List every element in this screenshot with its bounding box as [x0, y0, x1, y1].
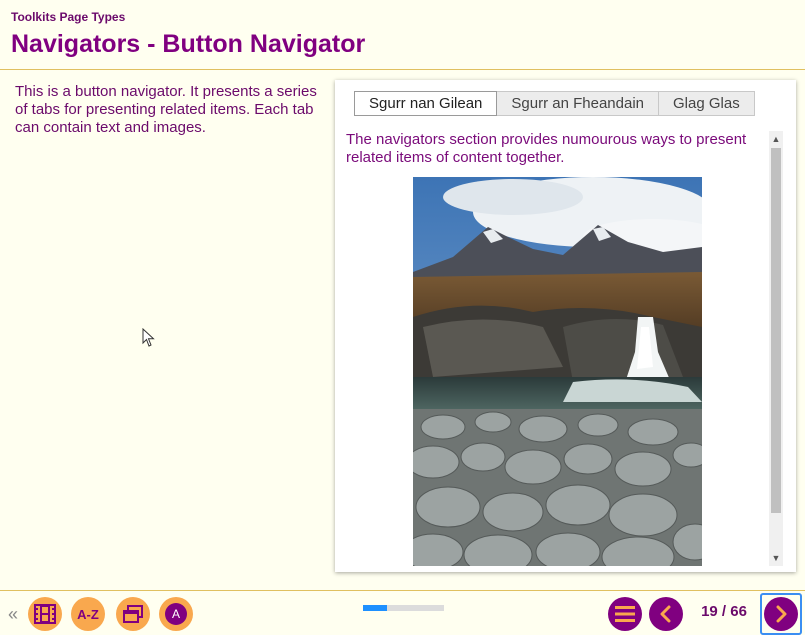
mouse-cursor-icon — [142, 328, 155, 347]
breadcrumb: Toolkits Page Types — [11, 10, 126, 24]
chevron-left-icon — [660, 605, 671, 623]
menu-icon — [615, 606, 635, 622]
progress-bar-fill — [363, 605, 388, 611]
progress-bar — [363, 605, 444, 611]
next-page-button[interactable] — [764, 597, 798, 631]
tab-content-text: The navigators section provides numourou… — [346, 131, 747, 166]
previous-page-button[interactable] — [649, 597, 683, 631]
waterfall-photo — [413, 177, 702, 566]
page-title: Navigators - Button Navigator — [11, 30, 366, 58]
navigator-tabs: Sgurr nan Gilean Sgurr an Fheandain Glag… — [354, 91, 755, 116]
tab-sgurr-nan-gilean[interactable]: Sgurr nan Gilean — [354, 91, 498, 116]
glossary-label: A-Z — [77, 606, 99, 622]
scroll-down-arrow-icon[interactable]: ▼ — [769, 550, 783, 566]
chevron-right-icon — [776, 605, 787, 623]
accessibility-button[interactable]: A — [159, 597, 193, 631]
tab-glag-glas[interactable]: Glag Glas — [659, 91, 755, 116]
scrollbar-thumb[interactable] — [771, 148, 781, 513]
page-header: Toolkits Page Types Navigators - Button … — [0, 0, 805, 70]
accessibility-icon: A — [165, 603, 187, 625]
footer-bar: « A-Z A 19 / 66 — [0, 590, 805, 635]
content-scrollbar[interactable]: ▲ ▼ — [769, 131, 783, 566]
film-icon — [34, 604, 56, 624]
accessibility-label: A — [171, 607, 180, 621]
menu-button[interactable] — [608, 597, 642, 631]
button-navigator-panel: Sgurr nan Gilean Sgurr an Fheandain Glag… — [335, 80, 796, 572]
scroll-up-arrow-icon[interactable]: ▲ — [769, 131, 783, 147]
page-counter: 19 / 66 — [701, 603, 747, 620]
windows-icon — [123, 605, 143, 623]
video-button[interactable] — [28, 597, 62, 631]
next-page-focus-ring — [760, 593, 802, 635]
intro-text: This is a button navigator. It presents … — [15, 83, 317, 136]
resources-button[interactable] — [116, 597, 150, 631]
tab-sgurr-an-fheandain[interactable]: Sgurr an Fheandain — [497, 91, 659, 116]
collapse-toolbar-icon[interactable]: « — [8, 604, 18, 625]
glossary-button[interactable]: A-Z — [71, 597, 105, 631]
